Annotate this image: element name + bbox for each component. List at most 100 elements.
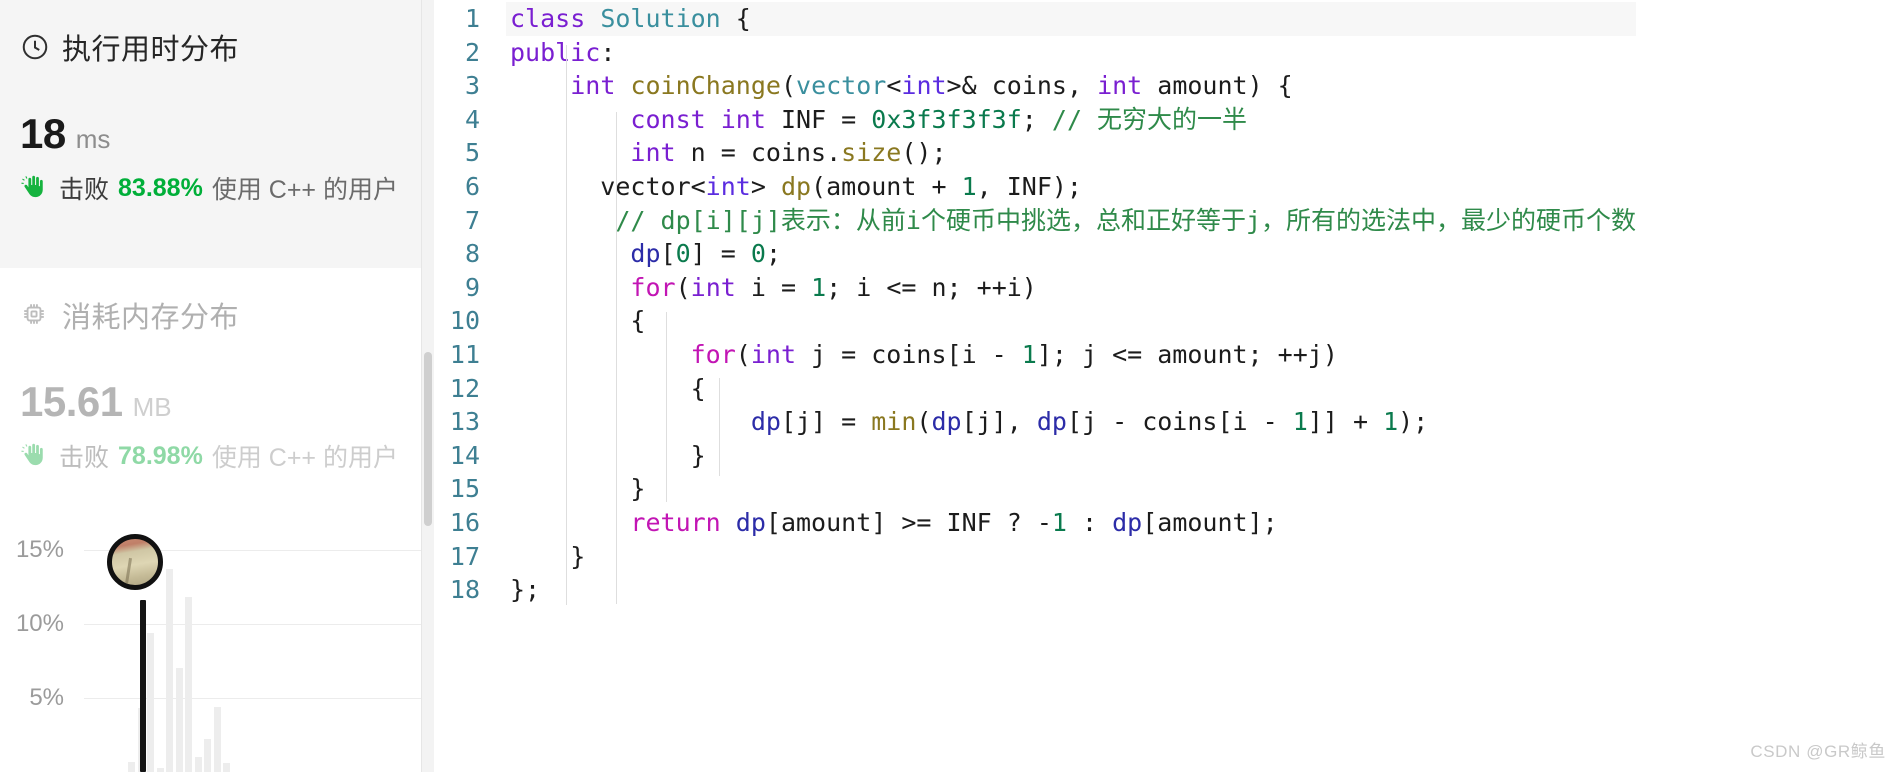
code-token: dp — [780, 171, 812, 201]
chart-bar[interactable] — [185, 597, 192, 772]
code-line[interactable]: 18}; — [448, 573, 1636, 607]
runtime-value: 18 — [20, 110, 66, 157]
code-text[interactable]: for(int j = coins[i - 1]; j <= amount; +… — [506, 338, 1636, 372]
code-token: > — [750, 171, 781, 201]
code-token: const — [630, 104, 706, 134]
code-token: dp — [630, 239, 661, 269]
code-line[interactable]: 11 for(int j = coins[i - 1]; j <= amount… — [448, 338, 1636, 372]
code-token: int — [750, 339, 796, 369]
code-line[interactable]: 15 } — [448, 472, 1636, 506]
code-token: amount — [1142, 71, 1248, 101]
code-line[interactable]: 4 const int INF = 0x3f3f3f3f; // 无穷大的一半 — [448, 103, 1636, 137]
memory-distribution-panel[interactable]: 消耗内存分布 15.61 MB 击败 78.98% 使用 C++ 的用户 — [0, 268, 434, 520]
code-text[interactable]: public: — [506, 36, 1636, 70]
line-number: 9 — [464, 272, 480, 302]
code-token: coinChange — [630, 71, 781, 101]
code-line[interactable]: 13 dp[j] = min(dp[j], dp[j - coins[i - 1… — [448, 405, 1636, 439]
code-token: j = coins[i - — [796, 339, 1022, 369]
code-editor[interactable]: 1 class Solution { 2 public: 3 int coinChang… — [434, 0, 1902, 772]
code-token: 1 — [811, 272, 827, 302]
code-line[interactable]: 14 } — [448, 439, 1636, 473]
code-token: n = coins. — [675, 138, 842, 168]
memory-value: 15.61 — [20, 378, 123, 425]
chart-bar[interactable] — [166, 568, 173, 772]
runtime-distribution-panel[interactable]: 执行用时分布 18 ms 击败 83.88% 使用 C++ 的用户 — [0, 0, 434, 268]
code-token: ] = — [690, 239, 751, 269]
code-token: ]] + — [1307, 407, 1384, 437]
code-line[interactable]: 10 { — [448, 304, 1636, 338]
code-line[interactable]: 7 // dp[i][j]表示：从前i个硬币中挑选，总和正好等于j，所有的选法中… — [448, 204, 1636, 238]
runtime-value-row: 18 ms — [20, 110, 404, 158]
sidebar-scrollbar-thumb[interactable] — [424, 352, 432, 526]
code-line[interactable]: 8 dp[0] = 0; — [448, 237, 1636, 271]
code-text[interactable]: dp[j] = min(dp[j], dp[j - coins[i - 1]] … — [506, 405, 1636, 439]
memory-beat-prefix: 击败 — [59, 444, 110, 472]
code-text[interactable]: // dp[i][j]表示：从前i个硬币中挑选，总和正好等于j，所有的选法中，最… — [506, 204, 1636, 238]
code-token: ; — [1021, 104, 1052, 134]
code-text[interactable]: int coinChange(vector<int>& coins, int a… — [506, 69, 1636, 103]
code-token: int — [570, 71, 616, 101]
code-text[interactable]: } — [506, 472, 1636, 506]
code-line[interactable]: 17 } — [448, 540, 1636, 574]
indent-guide-4 — [719, 378, 720, 476]
chart-bar[interactable] — [156, 767, 164, 772]
chart-gridline — [84, 623, 422, 625]
code-token: ( — [916, 407, 932, 437]
code-line[interactable]: 12 { — [448, 372, 1636, 406]
chart-bar[interactable] — [204, 739, 211, 772]
line-number: 17 — [449, 541, 480, 571]
code-text[interactable]: { — [506, 372, 1636, 406]
code-text[interactable]: return dp[amount] >= INF ? -1 : dp[amoun… — [506, 506, 1636, 540]
sidebar-scrollbar-track[interactable] — [421, 0, 434, 772]
runtime-beat-prefix: 击败 — [59, 176, 110, 204]
code-line[interactable]: 9 for(int i = 1; i <= n; ++i) — [448, 271, 1636, 305]
code-token: : — [600, 37, 616, 67]
code-text[interactable]: int n = coins.size(); — [506, 136, 1636, 170]
code-text[interactable]: }; — [506, 573, 1636, 607]
code-text[interactable]: class Solution { — [506, 2, 1637, 36]
chart-bar[interactable] — [223, 763, 230, 772]
runtime-unit: ms — [75, 124, 111, 154]
code-token: ); — [1398, 407, 1429, 437]
chart-bar[interactable] — [213, 706, 221, 772]
line-number: 4 — [464, 104, 480, 134]
chart-bar[interactable] — [147, 632, 154, 772]
chart-bar[interactable] — [194, 757, 202, 772]
chart-bar[interactable] — [175, 668, 183, 772]
code-token: vector< — [510, 171, 706, 201]
code-token: [j] = — [780, 407, 872, 437]
code-line[interactable]: 3 int coinChange(vector<int>& coins, int… — [448, 69, 1636, 103]
code-text[interactable]: vector<int> dp(amount + 1, INF); — [506, 170, 1636, 204]
code-token: 1 — [961, 171, 977, 201]
code-line[interactable]: 6 vector<int> dp(amount + 1, INF); — [448, 170, 1636, 204]
code-line[interactable]: 1 class Solution { — [448, 2, 1637, 36]
code-text[interactable]: } — [506, 439, 1636, 473]
indent-guide-3 — [666, 312, 667, 502]
chart-y-tick-label: 10% — [15, 609, 64, 637]
code-text[interactable]: } — [506, 540, 1636, 574]
chart-bar[interactable] — [128, 761, 135, 772]
code-token: Solution — [600, 4, 721, 33]
code-token: ( — [735, 339, 751, 369]
line-number: 1 — [464, 4, 480, 33]
code-text[interactable]: for(int i = 1; i <= n; ++i) — [506, 271, 1636, 305]
code-token: { — [510, 306, 646, 336]
line-number: 2 — [464, 37, 480, 67]
memory-unit: MB — [132, 392, 172, 422]
code-text[interactable]: const int INF = 0x3f3f3f3f; // 无穷大的一半 — [506, 103, 1636, 137]
line-number: 6 — [464, 171, 480, 201]
code-line[interactable]: 5 int n = coins.size(); — [448, 136, 1636, 170]
code-line[interactable]: 16 return dp[amount] >= INF ? -1 : dp[am… — [448, 506, 1636, 540]
code-text[interactable]: dp[0] = 0; — [506, 237, 1636, 271]
code-text[interactable]: { — [506, 304, 1636, 338]
code-line[interactable]: 2 public: — [448, 36, 1636, 70]
code-token: [j], — [961, 407, 1037, 437]
code-token: dp — [1112, 507, 1143, 537]
runtime-distribution-chart[interactable]: 15% 10% 5% — [0, 520, 434, 772]
user-avatar-marker-icon[interactable] — [107, 533, 163, 590]
code-token: ( — [675, 272, 691, 302]
